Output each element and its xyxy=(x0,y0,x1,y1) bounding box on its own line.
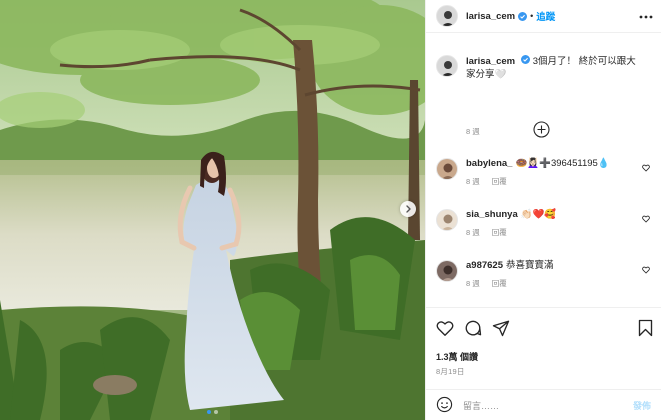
avatar-image xyxy=(437,6,457,26)
comment-line: babylena_ 🍩💆🏻‍♀️➕396451195💧 xyxy=(466,158,634,170)
comment-age: 8 週 xyxy=(466,177,480,186)
comment-line: sia_shunya 👏🏻❤️🥰 xyxy=(466,209,634,221)
like-button[interactable] xyxy=(436,320,454,337)
separator: • xyxy=(530,11,534,21)
comment-body: sia_shunya 👏🏻❤️🥰 8 週 回覆 xyxy=(466,209,634,238)
comment-text: 恭喜寶寶滿 xyxy=(505,260,554,271)
reply-button[interactable]: 回覆 xyxy=(492,176,507,187)
load-more-comments-button[interactable] xyxy=(533,121,550,138)
more-options-button[interactable] xyxy=(639,11,653,21)
comment-text: 🍩💆🏻‍♀️➕396451195💧 xyxy=(515,158,610,169)
post-photo[interactable] xyxy=(0,0,425,420)
heart-icon xyxy=(436,320,454,336)
carousel-dot xyxy=(207,410,211,414)
comment-username[interactable]: a987625 xyxy=(466,260,503,271)
carousel-dots xyxy=(0,410,425,414)
comment-input[interactable] xyxy=(463,400,633,411)
comment-item: babylena_ 🍩💆🏻‍♀️➕396451195💧 8 週 回覆 xyxy=(436,158,651,187)
comment-meta: 8 週 回覆 xyxy=(466,227,634,238)
avatar[interactable] xyxy=(436,55,458,77)
comment-body: a987625 恭喜寶寶滿 8 週 回覆 xyxy=(466,260,634,289)
verified-badge-icon xyxy=(518,11,528,21)
comment-item: a987625 恭喜寶寶滿 8 週 回覆 xyxy=(436,260,651,289)
save-button[interactable] xyxy=(638,319,653,337)
comment-age: 8 週 xyxy=(466,279,480,288)
like-comment-button[interactable] xyxy=(642,164,650,174)
follow-button[interactable]: 追蹤 xyxy=(536,9,555,23)
heart-icon xyxy=(642,266,650,274)
next-slide-button[interactable] xyxy=(400,201,416,217)
carousel-dot xyxy=(214,410,218,414)
comment-username[interactable]: sia_shunya xyxy=(466,209,518,220)
reply-button[interactable]: 回覆 xyxy=(492,278,507,289)
share-button[interactable] xyxy=(492,319,510,337)
caption-text: larisa_cem 3個月了！ 終於可以跟大家分享🤍 xyxy=(466,55,636,81)
avatar-image xyxy=(437,159,457,179)
caption-age: 8 週 xyxy=(466,127,480,136)
likes-count[interactable]: 1.3萬 個讚 xyxy=(436,350,478,363)
chevron-right-icon xyxy=(406,205,411,213)
heart-icon xyxy=(642,164,650,172)
post-sidebar: larisa_cem • 追蹤 larisa_cem 3個月了！ 終於可以跟大家… xyxy=(425,0,661,420)
post-date: 8月19日 xyxy=(436,367,465,376)
avatar[interactable] xyxy=(436,209,458,231)
more-options-icon xyxy=(639,15,653,19)
action-bar xyxy=(436,319,653,337)
heart-icon xyxy=(642,215,650,223)
instagram-post: larisa_cem • 追蹤 larisa_cem 3個月了！ 終於可以跟大家… xyxy=(0,0,661,420)
emoji-icon xyxy=(436,396,453,413)
like-comment-button[interactable] xyxy=(642,266,650,276)
avatar[interactable] xyxy=(436,5,458,27)
reply-button[interactable]: 回覆 xyxy=(492,227,507,238)
post-caption: larisa_cem 3個月了！ 終於可以跟大家分享🤍 xyxy=(436,55,651,81)
avatar-image xyxy=(437,210,457,230)
photo-scene xyxy=(0,0,425,420)
avatar-image xyxy=(437,261,457,281)
comment-icon xyxy=(465,320,482,336)
comment-button[interactable] xyxy=(464,319,482,337)
add-comment-box: 發佈 xyxy=(426,389,661,420)
load-more-icon xyxy=(533,121,550,138)
comment-item: sia_shunya 👏🏻❤️🥰 8 週 回覆 xyxy=(436,209,651,238)
comment-age: 8 週 xyxy=(466,228,480,237)
post-actions: 1.3萬 個讚 8月19日 發佈 xyxy=(426,307,661,420)
comment-meta: 8 週 回覆 xyxy=(466,176,634,187)
comment-username[interactable]: babylena_ xyxy=(466,158,512,169)
avatar[interactable] xyxy=(436,260,458,282)
caption-username[interactable]: larisa_cem xyxy=(466,56,515,67)
bookmark-icon xyxy=(638,319,653,337)
comment-meta: 8 週 回覆 xyxy=(466,278,634,289)
share-icon xyxy=(492,320,510,337)
verified-badge-icon xyxy=(521,55,531,64)
post-comment-button[interactable]: 發佈 xyxy=(633,399,651,412)
avatar[interactable] xyxy=(436,158,458,180)
header-username[interactable]: larisa_cem xyxy=(466,11,515,22)
comment-line: a987625 恭喜寶寶滿 xyxy=(466,260,634,272)
like-comment-button[interactable] xyxy=(642,215,650,225)
emoji-button[interactable] xyxy=(436,396,453,415)
comment-text: 👏🏻❤️🥰 xyxy=(520,209,557,220)
comment-body: babylena_ 🍩💆🏻‍♀️➕396451195💧 8 週 回覆 xyxy=(466,158,634,187)
post-header: larisa_cem • 追蹤 xyxy=(426,0,661,33)
avatar-image xyxy=(437,56,457,76)
